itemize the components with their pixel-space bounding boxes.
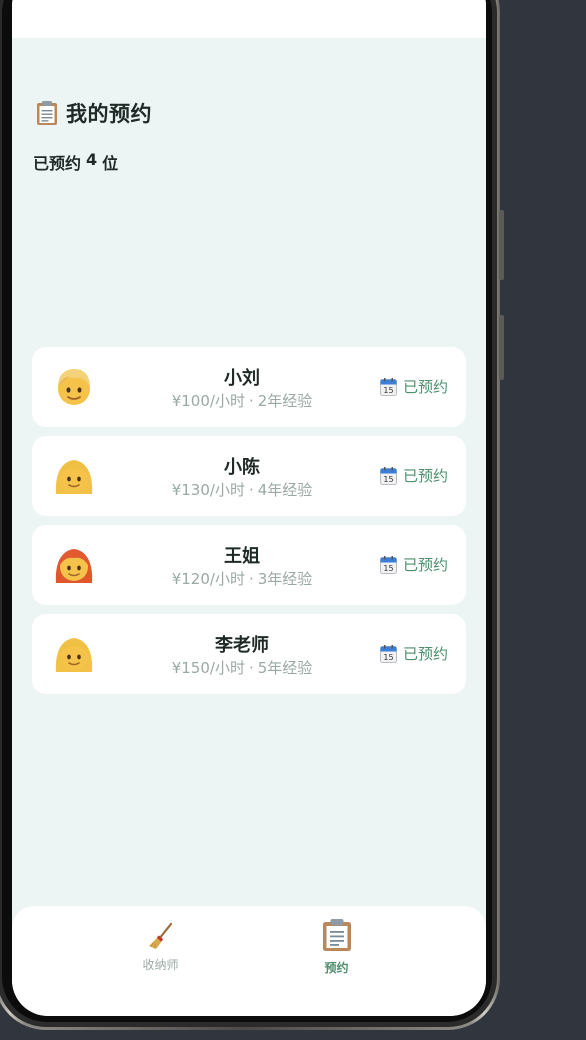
booking-status: 15 已预约 bbox=[379, 465, 448, 486]
tab-bookings[interactable]: 预约 bbox=[218, 906, 455, 984]
helper-experience: 2年经验 bbox=[257, 392, 313, 410]
booking-card[interactable]: 王姐 ¥120/小时 · 3年经验 15 已预约 bbox=[32, 525, 466, 605]
helper-price: ¥130/小时 bbox=[171, 481, 245, 499]
avatar bbox=[52, 365, 96, 409]
app-screen: 我的预约 已预约 4 位 小刘 ¥100/小时 · 2年经验 15 已预约 小陈… bbox=[12, 0, 486, 1016]
calendar-icon: 15 bbox=[379, 644, 397, 663]
svg-text:15: 15 bbox=[383, 386, 393, 395]
avatar bbox=[52, 632, 96, 676]
status-label: 已预约 bbox=[402, 556, 448, 574]
power-button bbox=[499, 315, 504, 380]
helper-experience: 5年经验 bbox=[257, 659, 313, 677]
helper-price: ¥150/小时 bbox=[171, 659, 245, 677]
booking-card[interactable]: 小刘 ¥100/小时 · 2年经验 15 已预约 bbox=[32, 347, 466, 427]
helper-name: 小刘 bbox=[224, 368, 260, 389]
helper-name: 小陈 bbox=[224, 457, 260, 478]
booking-status: 15 已预约 bbox=[379, 376, 448, 397]
tab-label: 预约 bbox=[324, 961, 349, 975]
helper-details: ¥150/小时 · 5年经验 bbox=[171, 659, 313, 677]
page-title-text: 我的预约 bbox=[66, 102, 152, 126]
bottom-tab-bar: 收纳师 预约 bbox=[12, 906, 486, 984]
helper-experience: 4年经验 bbox=[257, 481, 313, 499]
helper-name: 李老师 bbox=[215, 635, 269, 656]
booked-count-text: 已预约 4 位 bbox=[33, 150, 119, 173]
helper-details: ¥100/小时 · 2年经验 bbox=[171, 392, 313, 410]
helper-experience: 3年经验 bbox=[257, 570, 313, 588]
desktop-background: 我的预约 已预约 4 位 小刘 ¥100/小时 · 2年经验 15 已预约 小陈… bbox=[0, 0, 586, 1040]
booking-card[interactable]: 李老师 ¥150/小时 · 5年经验 15 已预约 bbox=[32, 614, 466, 694]
helper-price: ¥100/小时 bbox=[171, 392, 245, 410]
clipboard-icon bbox=[36, 100, 58, 126]
status-label: 已预约 bbox=[402, 467, 448, 485]
helper-details: ¥130/小时 · 4年经验 bbox=[171, 481, 313, 499]
calendar-icon: 15 bbox=[379, 555, 397, 574]
helper-details: ¥120/小时 · 3年经验 bbox=[171, 570, 313, 588]
calendar-icon: 15 bbox=[379, 377, 397, 396]
volume-button bbox=[499, 210, 504, 280]
helper-name: 王姐 bbox=[224, 546, 260, 567]
avatar bbox=[52, 454, 96, 498]
svg-text:15: 15 bbox=[383, 653, 393, 662]
status-bar bbox=[12, 0, 486, 38]
booking-status: 15 已预约 bbox=[379, 643, 448, 664]
booking-list: 小刘 ¥100/小时 · 2年经验 15 已预约 小陈 ¥130/小时 · 4年… bbox=[32, 347, 466, 703]
broom-icon bbox=[148, 922, 174, 954]
page-title: 我的预约 bbox=[36, 98, 152, 128]
helper-price: ¥120/小时 bbox=[171, 570, 245, 588]
avatar bbox=[52, 543, 96, 587]
home-indicator-area bbox=[12, 984, 486, 1016]
svg-text:15: 15 bbox=[383, 475, 393, 484]
status-label: 已预约 bbox=[402, 378, 448, 396]
booking-card[interactable]: 小陈 ¥130/小时 · 4年经验 15 已预约 bbox=[32, 436, 466, 516]
calendar-icon: 15 bbox=[379, 466, 397, 485]
status-label: 已预约 bbox=[402, 645, 448, 663]
clipboard-icon bbox=[322, 918, 352, 956]
booking-status: 15 已预约 bbox=[379, 554, 448, 575]
svg-text:15: 15 bbox=[383, 564, 393, 573]
